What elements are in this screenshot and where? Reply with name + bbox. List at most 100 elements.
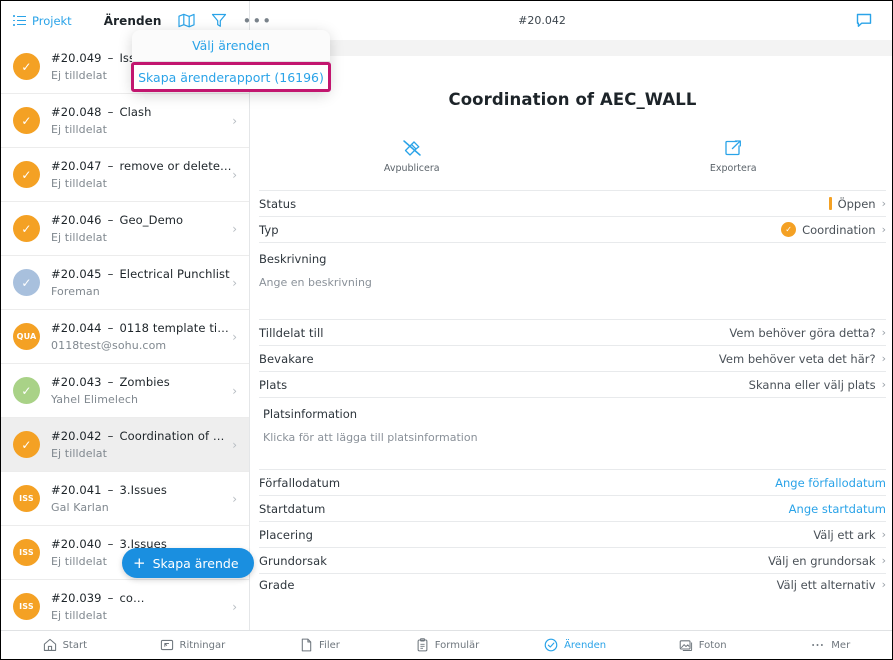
issue-item-assignee: Gal Karlan	[51, 501, 109, 514]
issue-detail-panel: Coordination of AEC_WALL Avpublicera Exp…	[251, 40, 893, 632]
detail-row-label: Startdatum	[259, 501, 326, 516]
chevron-right-icon: ›	[881, 378, 886, 391]
projekt-button[interactable]: Projekt	[13, 14, 72, 28]
create-issue-button[interactable]: + Skapa ärende	[122, 548, 254, 578]
chevron-right-icon: ›	[232, 437, 237, 452]
issue-list-item[interactable]: ✓ #20.047– remove or delete gps Ej tilldela…	[1, 148, 249, 202]
home-icon	[43, 638, 57, 652]
issue-item-number: #20.040	[51, 537, 102, 551]
detail-row[interactable]: Tilldelat till Vem behöver göra detta? ›	[259, 319, 886, 345]
detail-row-value-group: ✓ Coordination ›	[781, 222, 886, 237]
issue-item-title: #20.046– Geo_Demo	[51, 213, 232, 227]
issue-status-check-avatar: ✓	[13, 161, 40, 188]
issue-item-text: #20.045– Electrical Punchlist Foreman	[51, 267, 232, 298]
detail-row-label: Placering	[259, 527, 313, 542]
issue-list-item[interactable]: ✓ #20.043– Zombies Yahel Elimelech ›	[1, 364, 249, 418]
issue-status-check-avatar: ✓	[13, 53, 40, 80]
issue-status-check-avatar: ✓	[13, 269, 40, 296]
map-icon[interactable]	[177, 13, 195, 28]
issue-item-dash: –	[107, 105, 114, 119]
type-check-avatar: ✓	[781, 222, 797, 237]
detail-text-block[interactable]: Beskrivning Ange en beskrivning	[259, 242, 886, 319]
check-icon: ✓	[21, 275, 32, 290]
menu-item-create-issue-report[interactable]: Skapa ärenderapport (16196)	[131, 62, 331, 92]
issue-item-assignee: Ej tilldelat	[51, 447, 108, 460]
create-issue-label: Skapa ärende	[152, 555, 239, 571]
issue-item-text: #20.044–0118 template title 0118test@sohu…	[51, 321, 232, 352]
detail-row[interactable]: Bevakare Vem behöver veta det här? ›	[259, 345, 886, 371]
filter-funnel-icon[interactable]	[211, 13, 227, 28]
toolbar-right	[834, 1, 892, 40]
check-icon: ✓	[21, 167, 32, 182]
chevron-right-icon: ›	[881, 578, 886, 591]
nav-item-formulr[interactable]: Formulär	[384, 638, 512, 652]
plus-icon: +	[133, 553, 146, 572]
detail-row[interactable]: Plats Skanna eller välj plats ›	[259, 371, 886, 397]
issue-list-item[interactable]: ✓ #20.045– Electrical Punchlist Foreman ›	[1, 256, 249, 310]
issue-item-assignee: Foreman	[51, 285, 100, 298]
issue-status-check-avatar: ✓	[13, 377, 40, 404]
detail-row[interactable]: Placering Välj ett ark ›	[259, 521, 886, 547]
detail-text-block[interactable]: Platsinformation Klicka för att lägga til…	[259, 397, 886, 469]
nav-item-mer[interactable]: Mer	[766, 638, 892, 652]
issues-list: ✓#20.049–IssueEj tilldelat›✓#20.048–Clas…	[1, 40, 249, 632]
detail-row[interactable]: Förfallodatum Ange förfallodatum	[259, 469, 886, 495]
nav-item-ritningar[interactable]: Ritningar	[129, 638, 257, 652]
issue-list-item[interactable]: QUA #20.044–0118 template title 0118test@s…	[1, 310, 249, 364]
chevron-right-icon: ›	[232, 491, 237, 506]
detail-block-placeholder[interactable]: Ange en beskrivning	[259, 276, 886, 289]
detail-row-value-group: Välj en grundorsak ›	[768, 554, 886, 568]
issue-item-assignee: Yahel Elimelech	[51, 393, 139, 406]
unpublish-button[interactable]: Avpublicera	[251, 139, 573, 174]
detail-row-value: Vem behöver göra detta?	[729, 325, 876, 340]
issue-item-number: #20.048	[51, 105, 102, 119]
issue-item-name: co…	[119, 591, 145, 605]
issue-list-item[interactable]: ✓ #20.042–Coordination of AEC_W… Ej tillde…	[1, 418, 249, 472]
issue-list-item[interactable]: ✓ #20.046– Geo_Demo Ej tilldelat ›	[1, 202, 249, 256]
nav-item-renden[interactable]: Ärenden	[511, 638, 639, 652]
more-dots-icon[interactable]: •••	[243, 13, 273, 28]
nav-item-filer[interactable]: Filer	[256, 638, 384, 652]
issue-item-name: remove or delete gps	[119, 159, 233, 173]
detail-row[interactable]: Grundorsak Välj en grundorsak ›	[259, 547, 886, 573]
chevron-right-icon: ›	[232, 275, 237, 290]
detail-row-label: Grade	[259, 577, 295, 592]
issue-item-name: 3.Issues	[119, 483, 167, 497]
toolbar-tools: Ärenden •••	[104, 13, 272, 28]
menu-item-select-issues[interactable]: Välj ärenden	[132, 30, 330, 61]
detail-row-value: Välj ett ark	[813, 527, 876, 542]
issue-item-text: #20.039– co… Ej tilldelat	[51, 591, 232, 622]
list-icon	[13, 15, 26, 26]
export-button[interactable]: Exportera	[573, 139, 893, 174]
issue-item-dash: –	[107, 213, 114, 227]
detail-block-placeholder[interactable]: Klicka för att lägga till platsinformati…	[263, 431, 886, 444]
nav-item-start[interactable]: Start	[1, 638, 129, 652]
chat-bubble-icon[interactable]	[856, 13, 872, 28]
nav-item-label: Formulär	[434, 639, 480, 651]
issue-item-title: #20.042–Coordination of AEC_W…	[51, 429, 232, 443]
nav-item-foton[interactable]: Foton	[639, 638, 767, 652]
unpublish-label: Avpublicera	[383, 163, 440, 174]
detail-row-value: Vem behöver veta det här?	[718, 351, 876, 366]
detail-row-value-group: Vem behöver göra detta? ›	[729, 326, 886, 340]
issue-item-assignee: Ej tilldelat	[51, 231, 108, 244]
detail-row-value: Öppen	[837, 196, 876, 211]
check-icon: ✓	[21, 59, 32, 74]
detail-row-value: Ange förfallodatum	[775, 475, 886, 490]
detail-row-label: Förfallodatum	[259, 475, 341, 490]
issue-list-item[interactable]: ISS #20.039– co… Ej tilldelat ›	[1, 580, 249, 632]
issue-item-text: #20.041–3.Issues Gal Karlan	[51, 483, 232, 514]
detail-row-label: Typ	[259, 222, 279, 237]
detail-row[interactable]: Typ ✓ Coordination ›	[259, 216, 886, 242]
detail-row-value: Välj en grundorsak	[768, 553, 876, 568]
issue-list-item[interactable]: ISS #20.041–3.Issues Gal Karlan ›	[1, 472, 249, 526]
issues-list-panel[interactable]: ✓#20.049–IssueEj tilldelat›✓#20.048–Clas…	[1, 40, 250, 632]
detail-row[interactable]: Status Öppen ›	[259, 190, 886, 216]
detail-field-rows: Status Öppen › Typ ✓ Coordination › Beskrivning…	[251, 190, 892, 595]
detail-row[interactable]: Grade Välj ett alternativ ›	[259, 573, 886, 595]
detail-issue-number: #20.042	[518, 14, 566, 27]
detail-row[interactable]: Startdatum Ange startdatum	[259, 495, 886, 521]
detail-row-value: Välj ett alternativ	[776, 577, 876, 592]
detail-row-label: Status	[259, 196, 297, 211]
issue-list-item[interactable]: ✓ #20.048– Clash Ej tilldelat ›	[1, 94, 249, 148]
